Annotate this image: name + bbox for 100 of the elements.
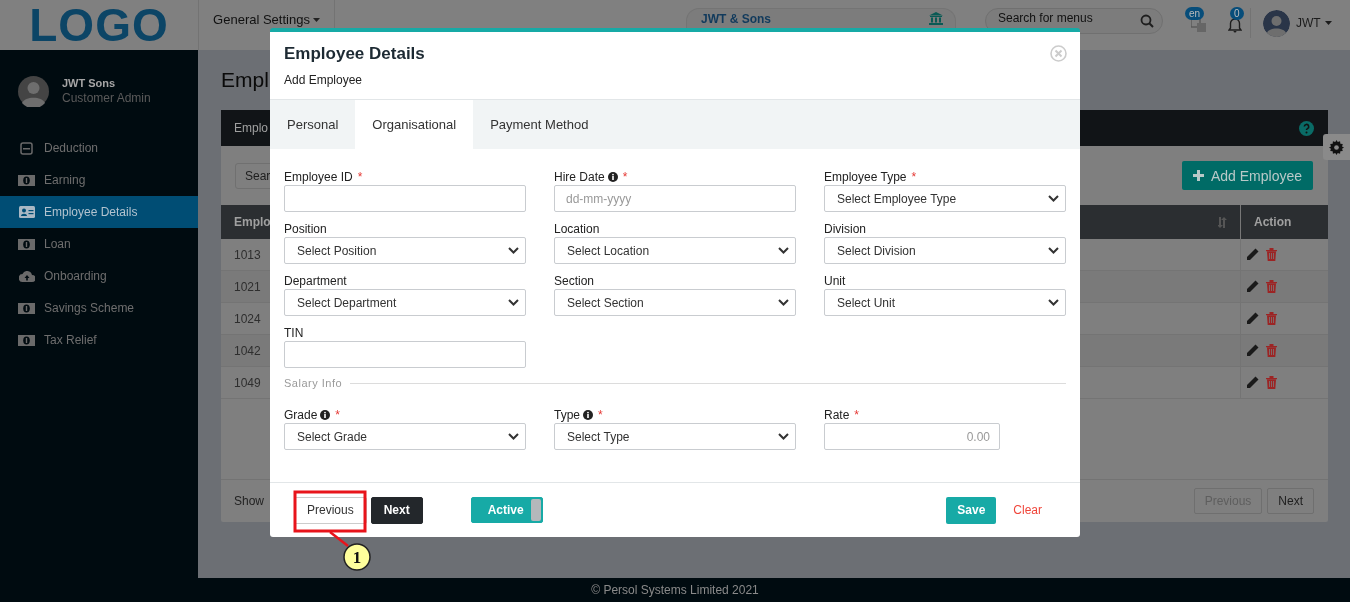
caret-icon	[312, 18, 320, 22]
dialog-subtitle: Add Employee	[284, 73, 364, 87]
required-mark: *	[598, 408, 603, 422]
sidebar-item[interactable]: Employee Details	[0, 196, 198, 228]
sidebar-item[interactable]: Savings Scheme	[0, 292, 198, 324]
sidebar-item[interactable]: Deduction	[0, 132, 198, 164]
page-title: Empl	[221, 67, 269, 93]
trash-icon[interactable]	[1266, 344, 1277, 357]
bank-icon	[929, 12, 943, 25]
field-label: Unit	[824, 274, 846, 288]
banknote-icon	[18, 334, 35, 346]
language-badge: en	[1185, 7, 1205, 20]
sidebar-item[interactable]: Onboarding	[0, 260, 198, 292]
user-menu[interactable]: JWT	[1296, 16, 1332, 30]
input-field[interactable]: dd-mm-yyyy	[554, 185, 796, 212]
status-toggle[interactable]: Active	[470, 497, 543, 523]
tab[interactable]: Payment Method	[473, 100, 606, 149]
sidebar-item[interactable]: Tax Relief	[0, 324, 198, 356]
clear-link[interactable]: Clear	[1013, 503, 1042, 517]
select-field[interactable]: Select Division	[824, 237, 1066, 264]
select-field[interactable]: Select Section	[554, 289, 796, 316]
required-mark: *	[622, 170, 628, 184]
sidebar-item[interactable]: Earning	[0, 164, 198, 196]
required-mark: *	[335, 408, 341, 422]
sidebar-item[interactable]: Loan	[0, 228, 198, 260]
trash-icon[interactable]	[1266, 312, 1277, 325]
field-label: Rate	[824, 408, 850, 422]
save-button[interactable]: Save	[946, 496, 997, 524]
previous-button[interactable]: Previous	[294, 496, 367, 524]
copyright-text: © Persol Systems Limited 2021	[591, 583, 759, 597]
chevron-icon	[778, 433, 789, 440]
required-mark: *	[357, 170, 363, 184]
input-field[interactable]: 0.00	[824, 423, 1000, 450]
organization-selector[interactable]: JWT & Sons	[686, 8, 956, 28]
trash-icon[interactable]	[1266, 376, 1277, 389]
select-field[interactable]: Select Location	[554, 237, 796, 264]
table-cell: 1021	[234, 279, 261, 294]
field-label: Hire Date	[554, 170, 605, 184]
notification-badge: 0	[1230, 7, 1244, 20]
section-heading: Salary Info	[284, 377, 343, 389]
input-field[interactable]	[284, 185, 526, 212]
field-label: Employee Type	[824, 170, 907, 184]
field-label: Type	[554, 408, 580, 422]
tab[interactable]: Organisational	[355, 100, 474, 149]
banknote-icon	[18, 302, 35, 314]
pencil-icon[interactable]	[1246, 248, 1259, 261]
banknote-icon	[18, 238, 35, 250]
field-label: Division	[824, 222, 866, 236]
user-role: Customer Admin	[62, 91, 151, 105]
add-employee-button[interactable]: Add Employee	[1181, 161, 1313, 190]
field-label: TIN	[284, 326, 304, 340]
required-mark: *	[854, 408, 860, 422]
translate-icon[interactable]	[1191, 18, 1206, 32]
input-field[interactable]	[284, 341, 526, 368]
required-mark: *	[911, 170, 917, 184]
select-field[interactable]: Select Employee Type	[824, 185, 1066, 212]
show-label: Show	[234, 494, 265, 508]
tab[interactable]: Personal	[270, 100, 356, 149]
chevron-icon	[508, 247, 519, 254]
select-field[interactable]: Select Type	[554, 423, 796, 450]
caret-icon	[1324, 21, 1332, 25]
pencil-icon[interactable]	[1246, 312, 1259, 325]
table-cell: 1049	[234, 375, 261, 390]
table-cell: 1024	[234, 311, 261, 326]
search-icon	[1140, 14, 1154, 28]
pencil-icon[interactable]	[1246, 344, 1259, 357]
step-number: 1	[343, 543, 371, 571]
settings-icon[interactable]	[1329, 139, 1344, 155]
help-icon[interactable]	[1299, 120, 1314, 136]
select-field[interactable]: Select Position	[284, 237, 526, 264]
column-header[interactable]: Emplo	[234, 215, 271, 229]
chevron-icon	[1048, 299, 1059, 306]
trash-icon[interactable]	[1266, 248, 1277, 261]
pagination-button[interactable]: Next	[1267, 488, 1314, 514]
select-field[interactable]: Select Grade	[284, 423, 526, 450]
next-button[interactable]: Next	[370, 496, 423, 524]
field-label: Section	[554, 274, 595, 288]
table-cell: 1042	[234, 343, 261, 358]
sort-icon[interactable]	[1218, 216, 1227, 228]
banknote-icon	[18, 174, 35, 186]
chevron-icon	[1048, 247, 1059, 254]
close-icon[interactable]	[1050, 45, 1067, 62]
field-label: Location	[554, 222, 600, 236]
leader-line	[329, 531, 349, 547]
trash-icon[interactable]	[1266, 280, 1277, 293]
chevron-icon	[1048, 195, 1059, 202]
id-card-icon	[18, 206, 35, 218]
pencil-icon[interactable]	[1246, 376, 1259, 389]
chevron-icon	[778, 299, 789, 306]
field-label: Employee ID	[284, 170, 353, 184]
pencil-icon[interactable]	[1246, 280, 1259, 293]
chevron-icon	[508, 433, 519, 440]
minus-square-icon	[20, 141, 33, 155]
card-title: Emplo	[234, 121, 268, 135]
chevron-icon	[508, 299, 519, 306]
field-label: Department	[284, 274, 347, 288]
table-cell: 1013	[234, 247, 261, 262]
select-field[interactable]: Select Unit	[824, 289, 1066, 316]
avatar-icon[interactable]	[1263, 10, 1290, 37]
select-field[interactable]: Select Department	[284, 289, 526, 316]
